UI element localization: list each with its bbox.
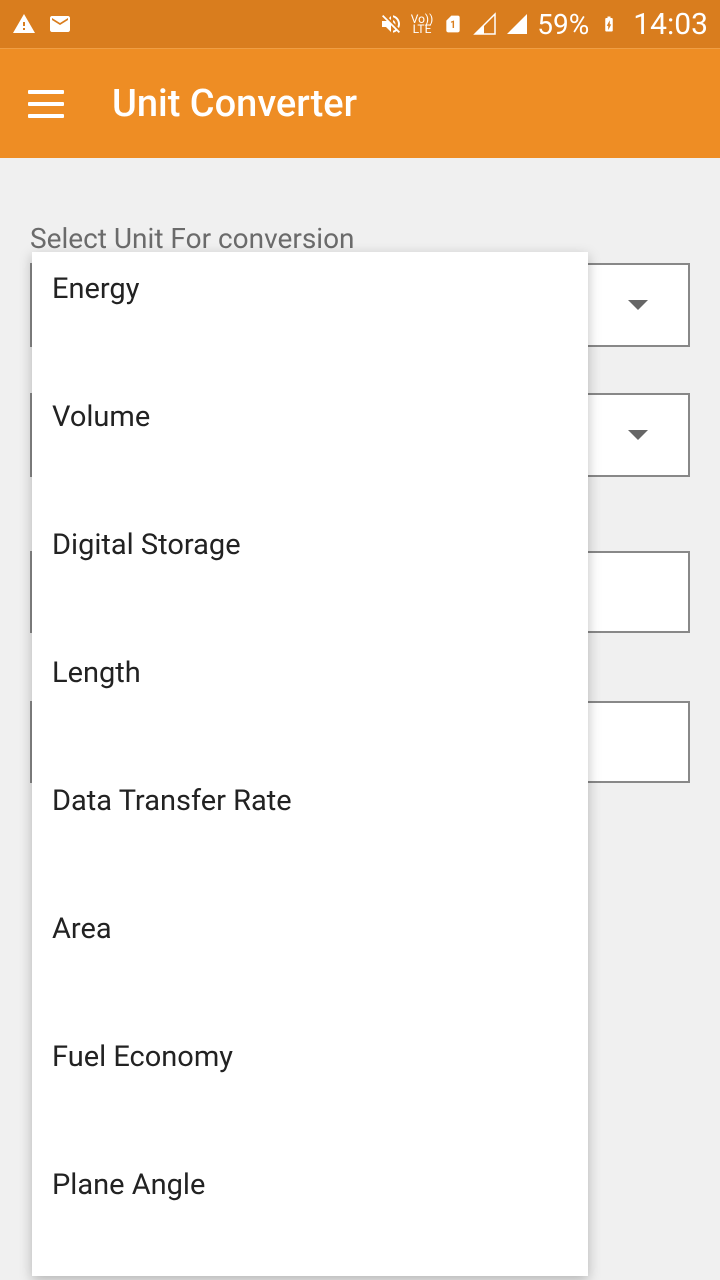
status-bar: Vo)) LTE 1 59% 14:03 — [0, 0, 720, 48]
menu-icon[interactable] — [28, 90, 64, 118]
dropdown-popup: Energy Volume Digital Storage Length Dat… — [32, 252, 588, 1276]
volte-icon: Vo)) LTE — [411, 14, 434, 34]
signal-1-icon — [473, 12, 497, 36]
sim-icon: 1 — [441, 12, 465, 36]
option-area[interactable]: Area — [32, 892, 588, 1020]
option-digital-storage[interactable]: Digital Storage — [32, 508, 588, 636]
status-right-icons: Vo)) LTE 1 59% 14:03 — [379, 7, 708, 42]
mail-icon — [48, 12, 72, 36]
status-left-icons — [12, 12, 72, 36]
app-title: Unit Converter — [112, 82, 357, 126]
warning-icon — [12, 12, 36, 36]
option-energy[interactable]: Energy — [32, 252, 588, 380]
select-unit-label: Select Unit For conversion — [30, 222, 690, 255]
option-data-transfer-rate[interactable]: Data Transfer Rate — [32, 764, 588, 892]
option-plane-angle[interactable]: Plane Angle — [32, 1148, 588, 1276]
option-length[interactable]: Length — [32, 636, 588, 764]
chevron-down-icon — [628, 430, 648, 440]
svg-text:1: 1 — [450, 20, 456, 31]
option-fuel-economy[interactable]: Fuel Economy — [32, 1020, 588, 1148]
signal-2-icon — [505, 12, 529, 36]
clock-time: 14:03 — [633, 7, 708, 42]
vibrate-icon — [379, 12, 403, 36]
battery-percent: 59% — [537, 8, 589, 41]
app-bar: Unit Converter — [0, 48, 720, 158]
chevron-down-icon — [628, 300, 648, 310]
option-volume[interactable]: Volume — [32, 380, 588, 508]
battery-charging-icon — [597, 12, 621, 36]
